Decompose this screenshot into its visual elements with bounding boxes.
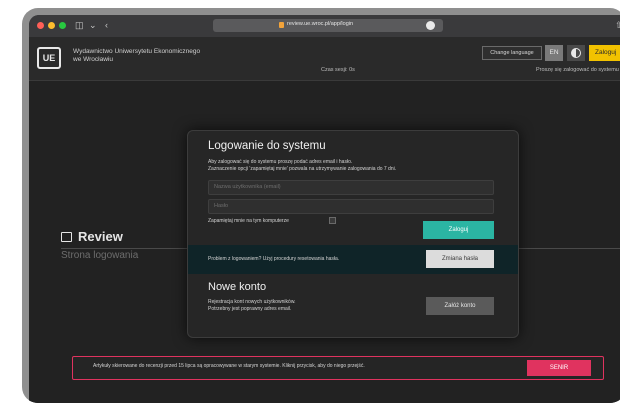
url-text: review.ue.wroc.pl/app/login	[287, 21, 354, 27]
password-reset-text: Problem z logowaniem? Użyj procedury res…	[208, 256, 340, 262]
university-name-line2: we Wrocławiu	[73, 56, 113, 63]
login-hint: Proszę się zalogować do systemu	[536, 67, 619, 73]
university-name: Wydawnictwo Uniwersytetu Ekonomicznego w…	[73, 48, 273, 64]
login-page: UE Wydawnictwo Uniwersytetu Ekonomiczneg…	[29, 37, 620, 403]
contrast-icon	[571, 48, 581, 58]
share-icon[interactable]: ⇧	[615, 19, 620, 31]
change-password-button[interactable]: Zmiana hasła	[426, 250, 494, 268]
new-account-description-line2: Potrzebny jest poprawny adres email.	[208, 306, 292, 312]
lock-icon	[279, 22, 284, 28]
session-timer: Czas sesji: 0s	[321, 67, 355, 73]
login-description-line1: Aby zalogować się do systemu proszę poda…	[208, 159, 353, 165]
device-frame: ◫ ⌄ ‹ review.ue.wroc.pl/app/login ⇧ UE W…	[22, 8, 620, 403]
minimize-window-button[interactable]	[48, 22, 55, 29]
browser-toolbar: ◫ ⌄ ‹ review.ue.wroc.pl/app/login ⇧	[29, 15, 620, 37]
page-subtitle: Strona logowania	[61, 250, 139, 261]
maximize-window-button[interactable]	[59, 22, 66, 29]
page-title-text: Review	[78, 229, 123, 244]
login-modal: Logowanie do systemu Aby zalogować się d…	[187, 130, 519, 338]
change-language-button[interactable]: Change language	[482, 46, 542, 60]
language-en-button[interactable]: EN	[545, 45, 563, 61]
login-description-line2: Zaznaczenie opcji 'zapamiętaj mnie' pozw…	[208, 166, 397, 172]
header-login-button[interactable]: Zaloguj	[589, 45, 620, 61]
password-reset-bar: Problem z logowaniem? Użyj procedury res…	[188, 245, 518, 274]
university-name-line1: Wydawnictwo Uniwersytetu Ekonomicznego	[73, 48, 201, 55]
legacy-system-notice: Artykuły skierowane do recenzji przed 15…	[72, 356, 604, 380]
new-account-description: Rejestracja kont nowych użytkowników. Po…	[208, 299, 408, 313]
new-account-title: Nowe konto	[208, 281, 267, 293]
remember-me-label: Zapamiętaj mnie na tym komputerze	[208, 218, 289, 224]
contrast-toggle-button[interactable]	[567, 45, 585, 61]
legacy-notice-text: Artykuły skierowane do recenzji przed 15…	[93, 363, 365, 369]
login-modal-description: Aby zalogować się do systemu proszę poda…	[208, 159, 508, 173]
page-title: Review	[61, 229, 123, 244]
new-account-description-line1: Rejestracja kont nowych użytkowników.	[208, 299, 296, 305]
login-modal-title: Logowanie do systemu	[208, 140, 326, 152]
senir-button[interactable]: SENIR	[527, 360, 591, 376]
site-header: UE Wydawnictwo Uniwersytetu Ekonomiczneg…	[29, 37, 620, 81]
close-window-button[interactable]	[37, 22, 44, 29]
browser-window: ◫ ⌄ ‹ review.ue.wroc.pl/app/login ⇧ UE W…	[29, 15, 620, 403]
reload-icon[interactable]	[426, 21, 435, 30]
create-account-button[interactable]: Załóż konto	[426, 297, 494, 315]
back-icon[interactable]: ‹	[105, 19, 108, 31]
email-field[interactable]: Nazwa użytkownika (email)	[208, 180, 494, 195]
review-book-icon	[61, 232, 72, 242]
chevron-down-icon[interactable]: ⌄	[89, 19, 97, 31]
remember-me-checkbox[interactable]	[329, 217, 336, 224]
address-bar[interactable]: review.ue.wroc.pl/app/login	[213, 19, 443, 32]
university-logo[interactable]: UE	[37, 47, 61, 69]
password-field[interactable]: Hasło	[208, 199, 494, 214]
sidebar-toggle-icon[interactable]: ◫	[75, 19, 84, 31]
login-submit-button[interactable]: Zaloguj	[423, 221, 494, 239]
